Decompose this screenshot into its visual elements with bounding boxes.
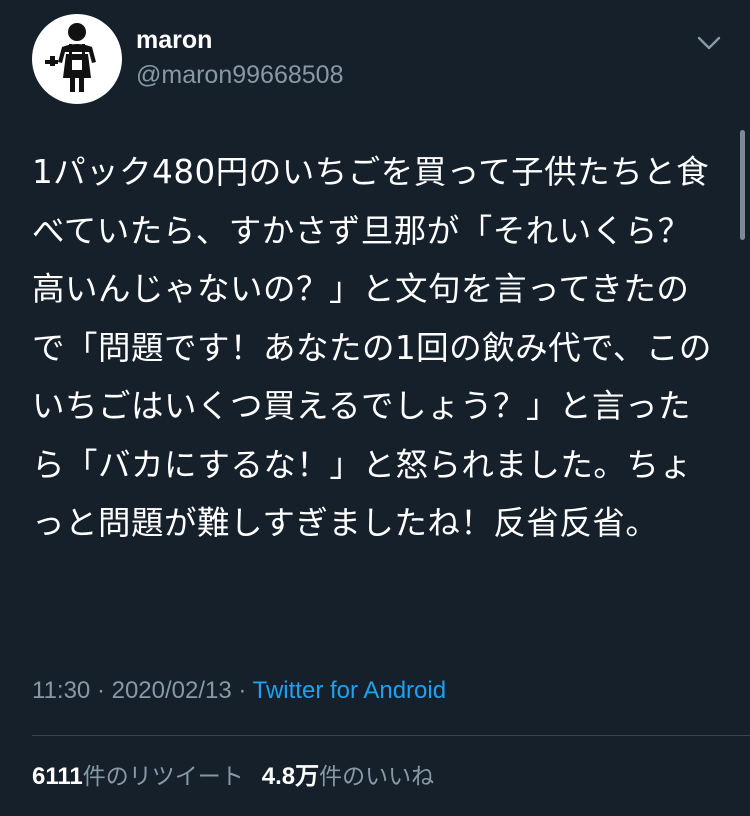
retweets-count: 6111 <box>32 763 83 790</box>
retweets-label: 件のリツイート <box>82 764 244 790</box>
user-names: maron @maron99668508 <box>136 24 343 92</box>
likes-stat[interactable]: 4.8万件のいいね <box>262 760 434 794</box>
likes-count: 4.8万 <box>261 763 320 790</box>
tweet-source-link[interactable]: Twitter for Android <box>253 677 446 704</box>
likes-label: 件のいいね <box>319 764 435 790</box>
chef-figure-icon <box>45 23 96 92</box>
display-name[interactable]: maron <box>136 24 343 56</box>
retweets-stat[interactable]: 6111件のリツイート <box>32 760 244 794</box>
divider <box>32 735 750 736</box>
meta-separator: · <box>90 677 112 704</box>
avatar[interactable] <box>32 14 122 104</box>
tweet-time: 11:30 <box>32 677 91 704</box>
meta-separator: · <box>231 677 253 704</box>
user-handle[interactable]: @maron99668508 <box>136 58 343 92</box>
scrollbar[interactable] <box>740 130 745 240</box>
tweet-stats: 6111件のリツイート 4.8万件のいいね <box>32 760 434 794</box>
tweet-header: maron @maron99668508 <box>32 14 722 106</box>
chevron-down-icon[interactable] <box>694 32 724 54</box>
tweet-date: 2020/02/13 <box>111 677 232 704</box>
tweet-meta: 11:30 · 2020/02/13 · Twitter for Android <box>32 674 446 708</box>
tweet-text: 1パック480円のいちごを買って子供たちと食べていたら、すかさず旦那が「それいく… <box>32 153 712 542</box>
